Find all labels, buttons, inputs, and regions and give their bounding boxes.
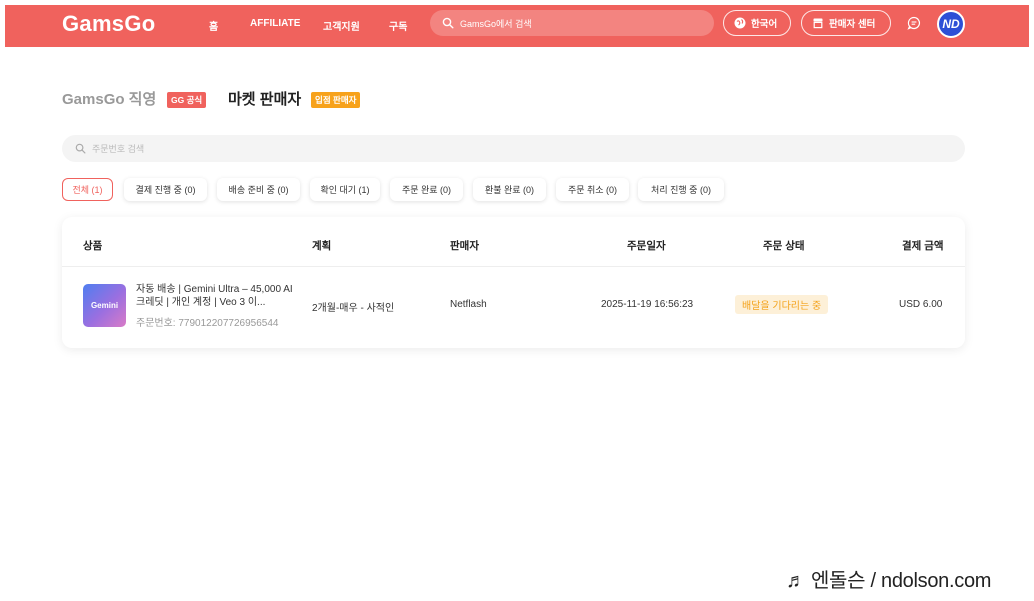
amount-value: USD 6.00 <box>899 299 943 310</box>
search-icon <box>75 143 86 154</box>
orders-table: 상품 계획 판매자 주문일자 주문 상태 결제 금액 Gemini 자동 배송 … <box>62 217 965 348</box>
filter-preparing-delivery[interactable]: 배송 준비 중 (0) <box>217 178 300 201</box>
seller-value: Netflash <box>450 299 487 310</box>
tab-market-seller[interactable]: 마켓 판매자 <box>228 88 301 109</box>
seller-center-label: 판매자 센터 <box>829 19 876 30</box>
top-header: GamsGo 홈 AFFILIATE 고객지원 구독 GamsGo에서 검색 한… <box>5 5 1029 47</box>
order-search-placeholder: 주문번호 검색 <box>92 144 145 154</box>
user-avatar[interactable]: ND <box>937 10 965 38</box>
globe-icon <box>734 17 746 29</box>
chat-icon[interactable] <box>907 16 921 30</box>
nav-subscription[interactable]: 구독 <box>389 18 407 33</box>
order-date-value: 2025-11-19 16:56:23 <box>601 299 694 310</box>
product-thumbnail[interactable]: Gemini <box>83 284 126 327</box>
language-label: 한국어 <box>751 19 778 30</box>
column-header-product: 상품 <box>83 240 103 252</box>
product-title[interactable]: 자동 배송 | Gemini Ultra – 45,000 AI 크레딧 | 개… <box>136 283 296 309</box>
order-number: 주문번호: 779012207726956544 <box>136 318 279 329</box>
filter-awaiting-confirmation[interactable]: 확인 대기 (1) <box>310 178 380 201</box>
column-header-order-date: 주문일자 <box>627 240 666 252</box>
column-header-order-status: 주문 상태 <box>763 240 805 252</box>
language-button[interactable]: 한국어 <box>723 10 791 36</box>
header-divider <box>62 266 965 267</box>
market-seller-badge: 입점 판매자 <box>311 92 361 108</box>
filter-payment-in-progress[interactable]: 결제 진행 중 (0) <box>124 178 207 201</box>
seller-center-button[interactable]: 판매자 센터 <box>801 10 891 36</box>
watermark-text: ♬ 엔돌슨 / ndolson.com <box>786 570 992 592</box>
column-header-plan: 계획 <box>312 240 332 252</box>
nav-affiliate[interactable]: AFFILIATE <box>250 18 300 29</box>
status-badge: 배달을 기다리는 중 <box>735 295 829 314</box>
gamsgo-logo[interactable]: GamsGo <box>62 11 156 37</box>
tab-gamsgo-direct[interactable]: GamsGo 직영 <box>62 88 156 109</box>
column-header-seller: 판매자 <box>450 240 479 252</box>
filter-order-cancelled[interactable]: 주문 취소 (0) <box>556 178 629 201</box>
store-icon <box>813 18 823 29</box>
nav-support[interactable]: 고객지원 <box>323 18 360 33</box>
filter-all[interactable]: 전체 (1) <box>62 178 113 201</box>
column-header-payment-amount: 결제 금액 <box>902 240 944 252</box>
search-icon <box>442 17 454 29</box>
global-search-input[interactable]: GamsGo에서 검색 <box>430 10 714 36</box>
official-badge: GG 공식 <box>167 92 207 108</box>
order-search-input[interactable]: 주문번호 검색 <box>62 135 965 162</box>
search-placeholder: GamsGo에서 검색 <box>460 18 532 29</box>
filter-refund-complete[interactable]: 환불 완료 (0) <box>473 178 546 201</box>
nav-home[interactable]: 홈 <box>209 18 218 33</box>
filter-processing[interactable]: 처리 진행 중 (0) <box>638 178 724 201</box>
filter-order-complete[interactable]: 주문 완료 (0) <box>390 178 463 201</box>
plan-value: 2개월-매우 - 사적인 <box>312 303 395 314</box>
